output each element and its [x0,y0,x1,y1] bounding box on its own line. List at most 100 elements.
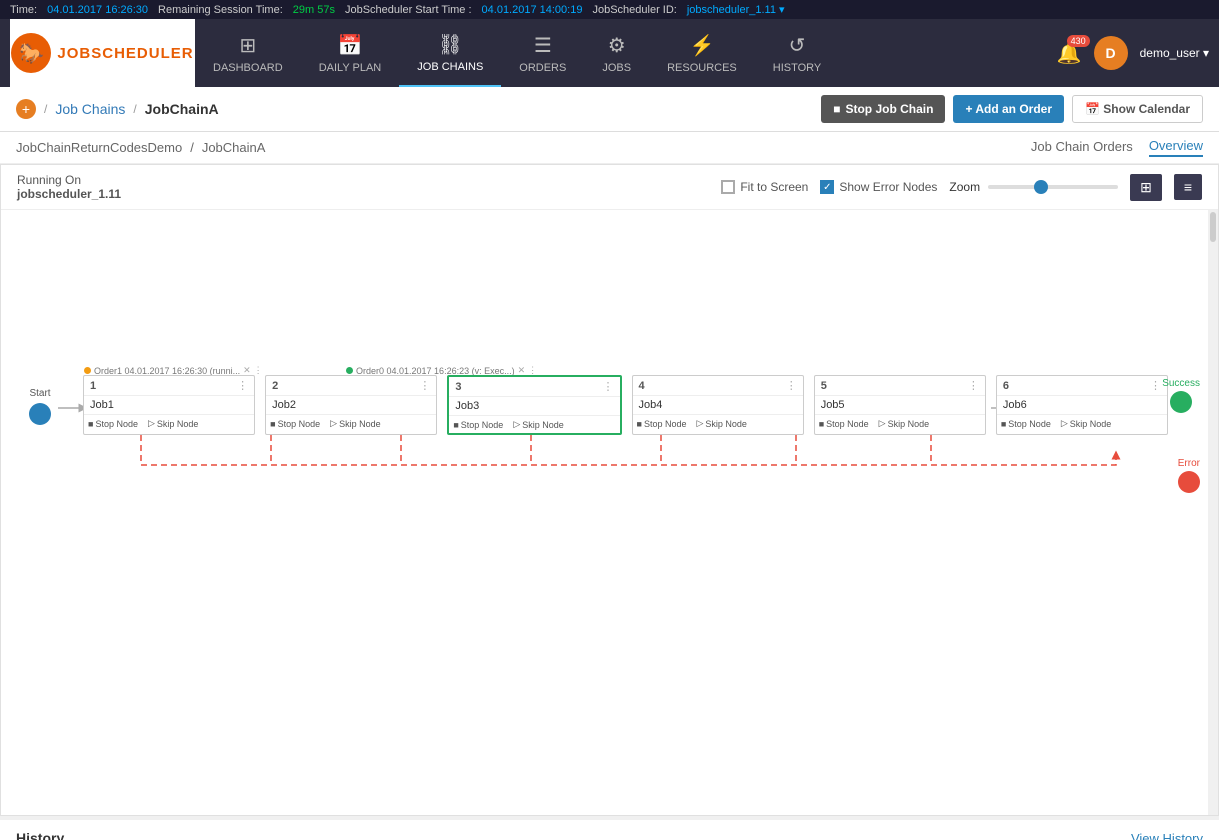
fit-to-screen-checkbox[interactable]: Fit to Screen [721,180,808,194]
skip-node-1-label: Skip Node [157,419,199,429]
orders-icon: ☰ [534,33,552,58]
job-6-menu[interactable]: ⋮ [1150,379,1161,392]
nav-resources-label: RESOURCES [667,62,737,74]
top-bar: Time: 04.01.2017 16:26:30 Remaining Sess… [0,0,1219,19]
nav-history[interactable]: ↺ HISTORY [755,19,840,87]
tab-job-chain-orders[interactable]: Job Chain Orders [1031,139,1133,156]
nav-daily-plan-label: DAILY PLAN [319,62,382,74]
success-circle [1170,391,1192,413]
job-4-actions: ■ Stop Node ▷ Skip Node [633,414,803,432]
zoom-handle [1034,180,1048,194]
job-5-actions: ■ Stop Node ▷ Skip Node [815,414,985,432]
nav-right: 🔔 430 D demo_user ▾ [1057,36,1209,70]
stop-sq-4: ■ [637,419,642,429]
nav-orders[interactable]: ☰ ORDERS [501,19,584,87]
job-3-stop[interactable]: ■ Stop Node [453,419,503,430]
add-order-button[interactable]: + Add an Order [953,95,1064,123]
nav-job-chains[interactable]: ⛓ JOB CHAINS [399,19,501,87]
error-circle [1178,471,1200,493]
list-view-button[interactable]: ≡ [1174,174,1202,200]
scheduler-label: JobScheduler Start Time : [345,4,472,16]
connectors-svg [1,210,1218,815]
breadcrumb-current: JobChainA [145,101,219,117]
stop-node-1-label: Stop Node [95,419,138,429]
error-label: Error [1178,458,1200,469]
job-2-menu[interactable]: ⋮ [419,379,430,392]
breadcrumb-job-chains[interactable]: Job Chains [55,101,125,117]
history-section: History View History Order ID Status Sta… [0,816,1219,840]
nav-dashboard-label: DASHBOARD [213,62,283,74]
job-1-stop[interactable]: ■ Stop Node [88,418,138,429]
show-error-nodes-label: Show Error Nodes [839,180,937,194]
notifications[interactable]: 🔔 430 [1057,41,1082,66]
success-label: Success [1162,378,1200,389]
skip-tri-1: ▷ [148,418,155,429]
job-node-4: 4 ⋮ Job4 ■ Stop Node ▷ Skip Node [632,375,804,435]
main-content: Running On jobscheduler_1.11 Fit to Scre… [0,164,1219,816]
zoom-slider[interactable] [988,185,1118,189]
breadcrumb-sep1: / [44,102,47,116]
job-5-skip[interactable]: ▷ Skip Node [879,418,929,429]
nav-resources[interactable]: ⚡ RESOURCES [649,19,755,87]
sub-sep: / [190,140,194,155]
nav-jobs[interactable]: ⚙ JOBS [584,19,649,87]
sub-breadcrumb: JobChainReturnCodesDemo / JobChainA Job … [0,132,1219,164]
tab-overview[interactable]: Overview [1149,138,1203,157]
job-2-actions: ■ Stop Node ▷ Skip Node [266,414,436,432]
logo-icon: 🐎 JOBSCHEDULER [11,33,193,73]
job-4-skip[interactable]: ▷ Skip Node [696,418,746,429]
skip-tri-5: ▷ [879,418,886,429]
nav-dashboard[interactable]: ⊞ DASHBOARD [195,19,301,87]
job-4-stop[interactable]: ■ Stop Node [637,418,687,429]
nav-jobs-label: JOBS [602,62,631,74]
job-1-skip[interactable]: ▷ Skip Node [148,418,198,429]
job-node-5: 5 ⋮ Job5 ■ Stop Node ▷ Skip Node [814,375,986,435]
diagram-view-button[interactable]: ⊞ [1130,174,1162,201]
job-node-1: 1 ⋮ Job1 ■ Stop Node ▷ Skip Node [83,375,255,435]
job-6-actions: ■ Stop Node ▷ Skip Node [997,414,1167,432]
home-button[interactable]: + [16,99,36,119]
stop-node-3-label: Stop Node [461,420,504,430]
stop-icon: ■ [833,102,840,116]
job-5-stop[interactable]: ■ Stop Node [819,418,869,429]
show-calendar-button[interactable]: 📅 Show Calendar [1072,95,1203,123]
id-value[interactable]: jobscheduler_1.11 ▾ [687,3,785,16]
job-node-4-header: 4 ⋮ [633,376,803,396]
job-node-1-header: 1 ⋮ [84,376,254,396]
logo-text: JOBSCHEDULER [57,45,193,62]
skip-tri-2: ▷ [330,418,337,429]
job-1-menu[interactable]: ⋮ [237,379,248,392]
skip-tri-4: ▷ [696,418,703,429]
nav-daily-plan[interactable]: 📅 DAILY PLAN [301,19,400,87]
order-dot-yellow [84,367,91,374]
stop-job-chain-button[interactable]: ■ Stop Job Chain [821,95,945,123]
job-3-name: Job3 [449,397,619,415]
error-checkbox-box [820,180,834,194]
user-name[interactable]: demo_user ▾ [1140,46,1209,60]
job-3-skip[interactable]: ▷ Skip Node [513,419,563,430]
job-2-stop[interactable]: ■ Stop Node [270,418,320,429]
notification-badge: 430 [1067,35,1090,47]
skip-node-5-label: Skip Node [888,419,930,429]
skip-node-2-label: Skip Node [339,419,381,429]
zoom-area: Zoom [949,180,1118,194]
job-4-menu[interactable]: ⋮ [786,379,797,392]
job-6-name: Job6 [997,396,1167,414]
nav-history-label: HISTORY [773,62,822,74]
show-error-nodes-checkbox[interactable]: Show Error Nodes [820,180,937,194]
job-5-menu[interactable]: ⋮ [968,379,979,392]
sub-breadcrumb-left: JobChainReturnCodesDemo / JobChainA [16,140,265,155]
scroll-thumb[interactable] [1210,212,1216,242]
view-history-link[interactable]: View History [1131,831,1203,840]
start-circle [29,403,51,425]
job-1-num: 1 [90,380,96,392]
job-6-stop[interactable]: ■ Stop Node [1001,418,1051,429]
diagram-area: Start Order1 04.01.2017 16:26:30 (runni.… [1,210,1218,815]
job-6-skip[interactable]: ▷ Skip Node [1061,418,1111,429]
start-label: Start [29,388,50,399]
job-3-menu[interactable]: ⋮ [603,380,614,393]
breadcrumb-bar: + / Job Chains / JobChainA ■ Stop Job Ch… [0,87,1219,132]
sub-parent: JobChainReturnCodesDemo [16,140,182,155]
job-2-skip[interactable]: ▷ Skip Node [330,418,380,429]
job-node-2: 2 ⋮ Job2 ■ Stop Node ▷ Skip Node [265,375,437,435]
